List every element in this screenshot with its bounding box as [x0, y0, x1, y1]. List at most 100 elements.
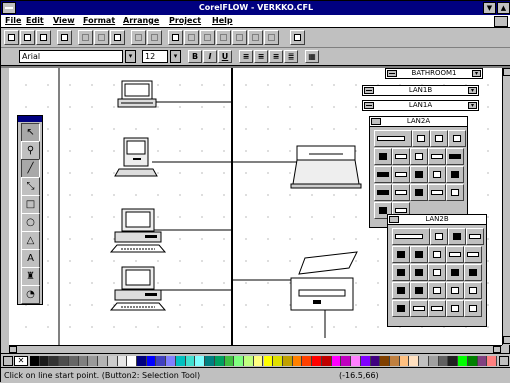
- color-swatch[interactable]: [282, 356, 293, 366]
- line-tool[interactable]: ╱: [21, 159, 40, 178]
- color-swatch[interactable]: [292, 356, 303, 366]
- symbol-cell[interactable]: [428, 264, 446, 281]
- justify-button[interactable]: ≣: [284, 50, 298, 63]
- symbol-cell[interactable]: [464, 264, 482, 281]
- panel-control-button[interactable]: [364, 102, 374, 109]
- palette-scroll-left-button[interactable]: [3, 356, 13, 366]
- symbol-cell[interactable]: [392, 246, 410, 263]
- color-swatch[interactable]: [127, 356, 137, 366]
- panel-control-button[interactable]: [389, 216, 399, 223]
- font-name-field[interactable]: Arial: [19, 50, 123, 63]
- ungroup-button[interactable]: [184, 30, 199, 45]
- symbol-cell[interactable]: [392, 184, 410, 201]
- text-options-button[interactable]: ▦: [305, 50, 319, 63]
- color-swatch[interactable]: [59, 356, 69, 366]
- color-swatch[interactable]: [380, 356, 390, 366]
- symbol-cell[interactable]: [428, 246, 446, 263]
- color-swatch[interactable]: [321, 356, 332, 366]
- color-swatch[interactable]: [234, 356, 245, 366]
- new-button[interactable]: [4, 30, 19, 45]
- color-swatch[interactable]: [341, 356, 352, 366]
- symbol-cell[interactable]: [374, 148, 392, 165]
- panel-control-button[interactable]: [364, 87, 374, 94]
- macintosh-symbol[interactable]: [114, 137, 158, 177]
- color-swatch[interactable]: [477, 356, 488, 366]
- color-swatch[interactable]: [244, 356, 254, 366]
- panel-rollup-button[interactable]: ▾: [468, 87, 477, 94]
- color-swatch[interactable]: [263, 356, 274, 366]
- color-swatch[interactable]: [399, 356, 410, 366]
- scroll-right-button[interactable]: [493, 346, 501, 353]
- symbol-cell[interactable]: [464, 246, 482, 263]
- panel-control-button[interactable]: [387, 70, 397, 77]
- connector-tool[interactable]: ⤡: [21, 177, 40, 196]
- menu-arrange[interactable]: Arrange: [123, 16, 159, 25]
- color-swatch[interactable]: [253, 356, 264, 366]
- align-right-button[interactable]: ≡: [269, 50, 283, 63]
- align-center-button[interactable]: ≡: [254, 50, 268, 63]
- color-swatch[interactable]: [331, 356, 342, 366]
- color-swatch[interactable]: [78, 356, 89, 366]
- lan1b-library-panel[interactable]: LAN1B ▾: [362, 85, 479, 96]
- symbol-cell[interactable]: [446, 246, 464, 263]
- color-swatch[interactable]: [467, 356, 478, 366]
- scroll-left-button[interactable]: [9, 346, 17, 353]
- color-swatch[interactable]: [49, 356, 60, 366]
- symbol-cell[interactable]: [428, 184, 446, 201]
- font-size-dropdown-button[interactable]: ▾: [170, 50, 181, 63]
- scroll-down-button[interactable]: [503, 336, 510, 344]
- copy-button[interactable]: [94, 30, 109, 45]
- symbol-cell[interactable]: [410, 282, 428, 299]
- laptop-symbol[interactable]: [117, 80, 157, 108]
- color-swatch[interactable]: [273, 356, 283, 366]
- underline-button[interactable]: U: [218, 50, 232, 63]
- symbol-cell[interactable]: [392, 166, 410, 183]
- bring-forward-button[interactable]: [131, 30, 146, 45]
- symbol-cell[interactable]: [464, 282, 482, 299]
- symbol-cell[interactable]: [392, 264, 410, 281]
- color-swatch[interactable]: [175, 356, 186, 366]
- lan1a-library-panel[interactable]: LAN1A ▾: [362, 100, 479, 111]
- system-menu-button[interactable]: [2, 2, 16, 14]
- panel-rollup-button[interactable]: ▾: [472, 70, 481, 77]
- symbol-cell[interactable]: [410, 166, 428, 183]
- symbol-cell[interactable]: [428, 300, 446, 317]
- symbol-cell[interactable]: [428, 282, 446, 299]
- symbol-cell[interactable]: [446, 300, 464, 317]
- symbol-cell[interactable]: [446, 264, 464, 281]
- open-button[interactable]: [20, 30, 35, 45]
- color-swatch[interactable]: [88, 356, 99, 366]
- color-swatch[interactable]: [438, 356, 449, 366]
- no-fill-swatch[interactable]: ✕: [14, 356, 28, 366]
- color-swatch[interactable]: [360, 356, 371, 366]
- italic-button[interactable]: I: [203, 50, 217, 63]
- rotate-button[interactable]: [248, 30, 263, 45]
- save-button[interactable]: [36, 30, 51, 45]
- symbol-cell[interactable]: [410, 246, 428, 263]
- color-swatch[interactable]: [409, 356, 420, 366]
- symbol-cell[interactable]: [374, 166, 392, 183]
- color-swatch[interactable]: [214, 356, 225, 366]
- dot-matrix-printer-symbol[interactable]: [290, 251, 358, 311]
- outline-tool[interactable]: ◔: [21, 285, 40, 304]
- symbol-cell[interactable]: [410, 264, 428, 281]
- symbol-cell[interactable]: [466, 228, 484, 245]
- color-swatch[interactable]: [312, 356, 322, 366]
- paste-button[interactable]: [110, 30, 125, 45]
- menu-edit[interactable]: Edit: [26, 16, 44, 25]
- color-swatch[interactable]: [195, 356, 206, 366]
- color-swatch[interactable]: [98, 356, 108, 366]
- zoom-tool[interactable]: ⚲: [21, 141, 40, 160]
- menu-help[interactable]: Help: [212, 16, 233, 25]
- color-swatch[interactable]: [166, 356, 176, 366]
- symbol-cell[interactable]: [392, 148, 410, 165]
- cut-button[interactable]: [78, 30, 93, 45]
- symbol-library-button[interactable]: [290, 30, 305, 45]
- rectangle-tool[interactable]: □: [21, 195, 40, 214]
- lan2b-palette-titlebar[interactable]: LAN2B: [388, 215, 486, 225]
- symbol-cell[interactable]: [374, 130, 412, 147]
- font-size-field[interactable]: 12: [142, 50, 168, 63]
- menu-project[interactable]: Project: [169, 16, 201, 25]
- menu-format[interactable]: Format: [83, 16, 115, 25]
- color-swatch[interactable]: [68, 356, 79, 366]
